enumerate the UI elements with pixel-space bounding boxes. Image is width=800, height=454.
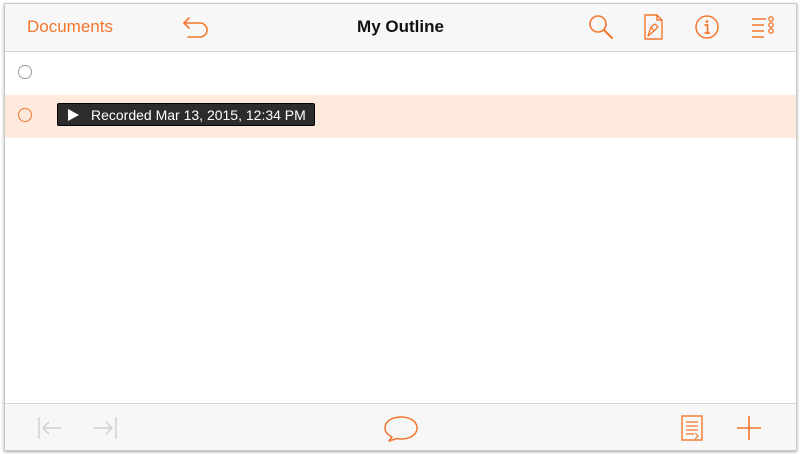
outline-row-selected[interactable]: Recorded Mar 13, 2015, 12:34 PM: [5, 95, 796, 138]
inspector-icon[interactable]: [677, 413, 707, 443]
note-icon[interactable]: [383, 413, 419, 443]
app-window: Documents My Outline Recorded Mar 13, 20…: [4, 3, 797, 451]
outline-row[interactable]: [5, 52, 796, 95]
navigation-bar: Documents My Outline: [5, 4, 796, 52]
add-icon[interactable]: [734, 413, 764, 443]
search-icon[interactable]: [586, 12, 616, 42]
play-icon[interactable]: [68, 108, 79, 121]
outline-list-icon[interactable]: [748, 12, 778, 42]
row-bullet[interactable]: [18, 65, 32, 79]
info-icon[interactable]: [692, 12, 722, 42]
row-bullet[interactable]: [18, 108, 32, 122]
audio-recording-attachment[interactable]: Recorded Mar 13, 2015, 12:34 PM: [57, 103, 315, 126]
outdent-icon[interactable]: [35, 413, 65, 443]
indent-icon[interactable]: [90, 413, 120, 443]
style-icon[interactable]: [638, 12, 668, 42]
recording-label: Recorded Mar 13, 2015, 12:34 PM: [91, 106, 306, 123]
bottom-toolbar: [5, 403, 796, 450]
document-title: My Outline: [357, 17, 444, 36]
